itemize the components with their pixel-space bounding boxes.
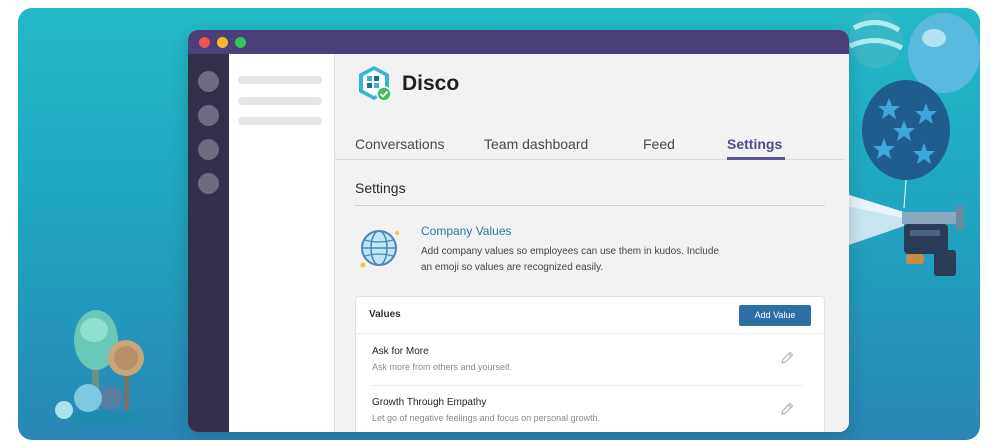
window-titlebar bbox=[188, 30, 849, 54]
sidebar-skeleton-line bbox=[238, 97, 322, 105]
workspace-icon-3[interactable] bbox=[198, 139, 219, 160]
sidebar-skeleton-line bbox=[238, 117, 322, 125]
disco-logo-icon bbox=[359, 66, 392, 102]
value-name: Growth Through Empathy bbox=[372, 397, 487, 408]
app-name: Disco bbox=[402, 72, 460, 95]
workspace-icon-2[interactable] bbox=[198, 105, 219, 126]
workspace-rail bbox=[188, 54, 229, 432]
value-description: Ask more from others and yourself. bbox=[372, 362, 513, 372]
channel-sidebar bbox=[229, 54, 335, 432]
tab-settings[interactable]: Settings bbox=[727, 136, 782, 152]
window-close-dot[interactable] bbox=[199, 37, 210, 48]
value-row: Growth Through Empathy Let go of negativ… bbox=[372, 386, 803, 432]
tab-conversations[interactable]: Conversations bbox=[355, 136, 445, 152]
values-card-title: Values bbox=[369, 309, 401, 320]
values-card-header: Values Add Value bbox=[356, 297, 826, 334]
pencil-icon[interactable] bbox=[779, 401, 795, 417]
section-divider bbox=[355, 205, 825, 206]
tab-bar: Conversations Team dashboard Feed Settin… bbox=[335, 114, 845, 160]
background-stage: Disco Conversations Team dashboard Feed … bbox=[18, 8, 980, 440]
company-values-title[interactable]: Company Values bbox=[421, 224, 512, 238]
tab-feed[interactable]: Feed bbox=[643, 136, 675, 152]
globe-icon bbox=[360, 230, 399, 268]
page-title: Settings bbox=[355, 180, 406, 196]
workspace-icon-4[interactable] bbox=[198, 173, 219, 194]
active-tab-indicator bbox=[727, 157, 785, 160]
window-minimize-dot[interactable] bbox=[217, 37, 228, 48]
value-description: Let go of negative feelings and focus on… bbox=[372, 413, 601, 423]
workspace-icon-1[interactable] bbox=[198, 71, 219, 92]
value-name: Ask for More bbox=[372, 346, 429, 357]
window-maximize-dot[interactable] bbox=[235, 37, 246, 48]
value-row: Ask for More Ask more from others and yo… bbox=[372, 335, 803, 386]
pencil-icon[interactable] bbox=[779, 350, 795, 366]
trees-illustration-icon bbox=[55, 310, 145, 425]
main-panel: Disco Conversations Team dashboard Feed … bbox=[335, 54, 849, 432]
values-card: Values Add Value Ask for More Ask more f… bbox=[355, 296, 826, 432]
add-value-button[interactable]: Add Value bbox=[739, 305, 811, 326]
tab-team-dashboard[interactable]: Team dashboard bbox=[484, 136, 588, 152]
sidebar-skeleton-line bbox=[238, 76, 322, 84]
app-window: Disco Conversations Team dashboard Feed … bbox=[188, 30, 849, 432]
company-values-description: Add company values so employees can use … bbox=[421, 246, 719, 273]
